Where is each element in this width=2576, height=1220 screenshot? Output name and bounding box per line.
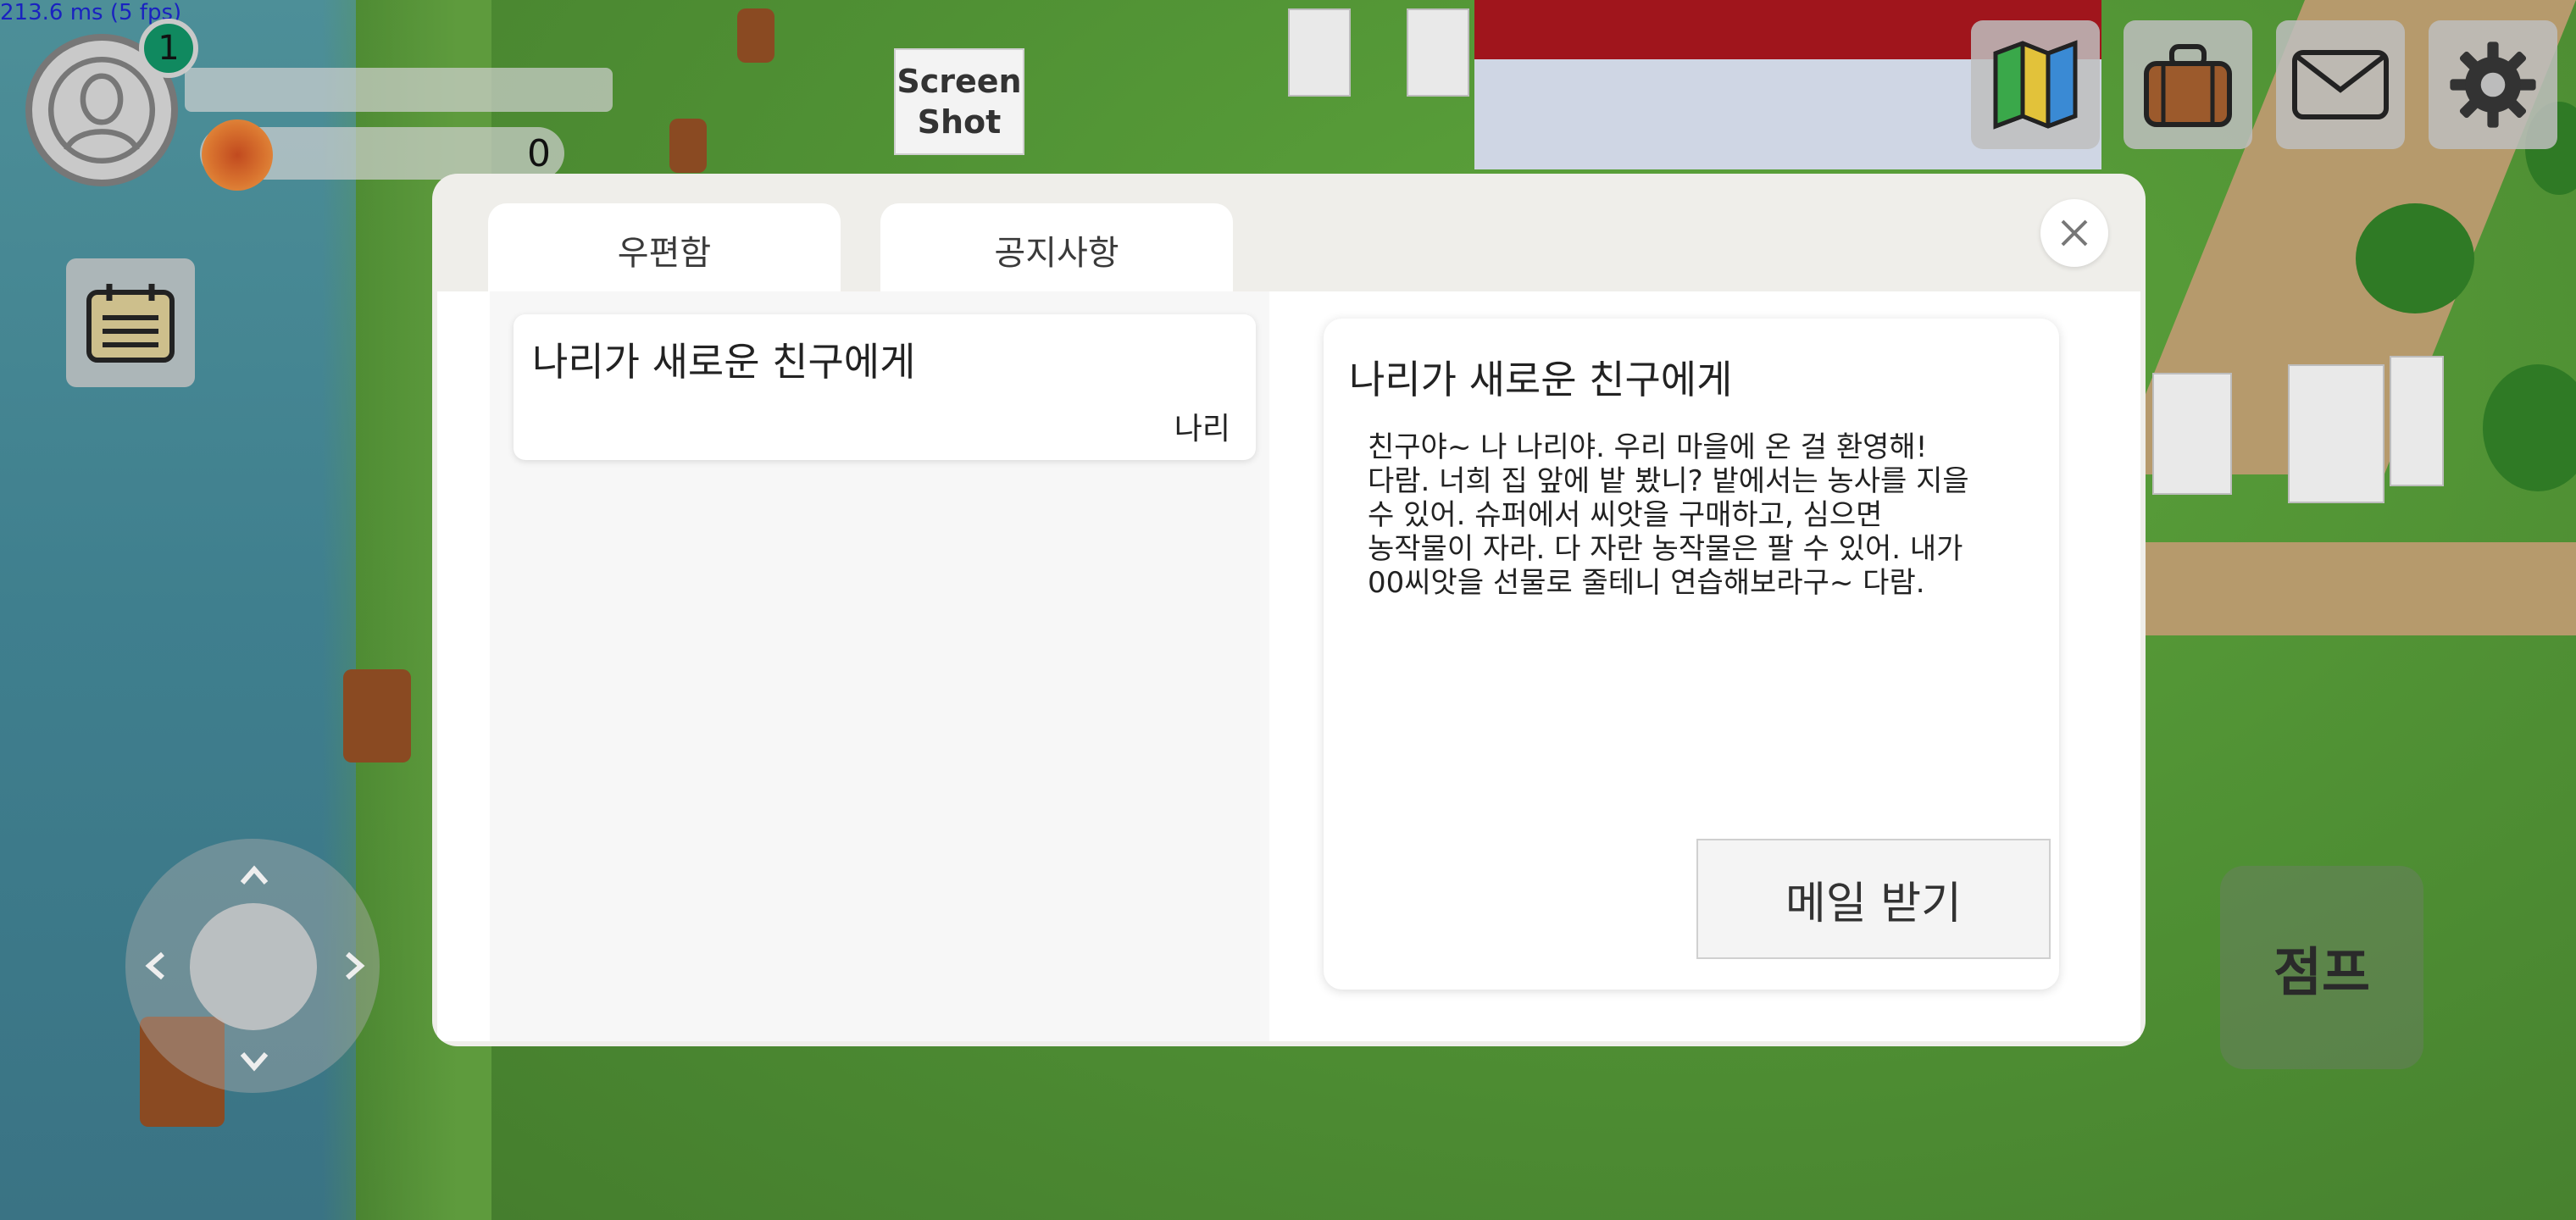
tab-mailbox[interactable]: 우편함 bbox=[488, 203, 841, 297]
arrow-down-icon bbox=[240, 1052, 269, 1072]
coin-value: 0 bbox=[527, 132, 551, 175]
fence-post bbox=[2288, 364, 2384, 503]
mail-dialog: 우편함 공지사항 나리가 새로운 친구에게 나리 나리가 새로운 친구에게 친구… bbox=[432, 174, 2146, 1046]
dirt-path bbox=[2135, 542, 2576, 635]
map-icon bbox=[1993, 40, 2078, 130]
coin-icon bbox=[202, 119, 273, 191]
calendar-icon bbox=[86, 284, 175, 363]
arrow-left-icon bbox=[145, 951, 164, 980]
arrow-up-icon bbox=[240, 865, 269, 884]
bag-icon bbox=[2144, 44, 2232, 127]
map-button[interactable] bbox=[1971, 20, 2100, 149]
mail-button[interactable] bbox=[2276, 20, 2405, 149]
mail-item-sender: 나리 bbox=[1174, 412, 1230, 446]
screenshot-button[interactable]: Screen Shot bbox=[894, 48, 1024, 155]
tree-stump bbox=[737, 8, 774, 63]
close-button[interactable] bbox=[2040, 199, 2108, 267]
tab-notice[interactable]: 공지사항 bbox=[880, 203, 1233, 297]
tree-stump bbox=[669, 119, 707, 173]
profile-icon bbox=[47, 56, 156, 164]
mail-item-title: 나리가 새로운 친구에게 bbox=[532, 339, 916, 385]
bush bbox=[2356, 203, 2474, 313]
mail-detail-body: 친구야~ 나 나리야. 우리 마을에 온 걸 환영해! 다람. 너희 집 앞에 … bbox=[1368, 430, 1969, 600]
mail-detail: 나리가 새로운 친구에게 친구야~ 나 나리야. 우리 마을에 온 걸 환영해!… bbox=[1324, 319, 2059, 990]
gear-icon bbox=[2450, 42, 2536, 128]
fence-post bbox=[2152, 373, 2232, 495]
calendar-button[interactable] bbox=[66, 258, 195, 387]
jump-button[interactable]: 점프 bbox=[2220, 866, 2423, 1069]
settings-button[interactable] bbox=[2429, 20, 2557, 149]
dialog-body: 나리가 새로운 친구에게 나리 나리가 새로운 친구에게 친구야~ 나 나리야.… bbox=[437, 291, 2140, 1041]
fence-post bbox=[1288, 8, 1351, 97]
fence-post bbox=[1407, 8, 1469, 97]
list-item[interactable]: 나리가 새로운 친구에게 나리 bbox=[514, 314, 1256, 460]
tree-stump bbox=[343, 669, 411, 762]
fence-post bbox=[2390, 356, 2444, 486]
exp-bar bbox=[185, 68, 613, 112]
arrow-right-icon bbox=[346, 951, 365, 980]
mail-detail-title: 나리가 새로운 친구에게 bbox=[1349, 357, 1733, 402]
bag-button[interactable] bbox=[2124, 20, 2252, 149]
mail-icon bbox=[2292, 50, 2389, 119]
close-icon bbox=[2061, 219, 2088, 247]
receive-mail-button[interactable]: 메일 받기 bbox=[1696, 839, 2051, 959]
joystick-knob[interactable] bbox=[190, 903, 317, 1030]
